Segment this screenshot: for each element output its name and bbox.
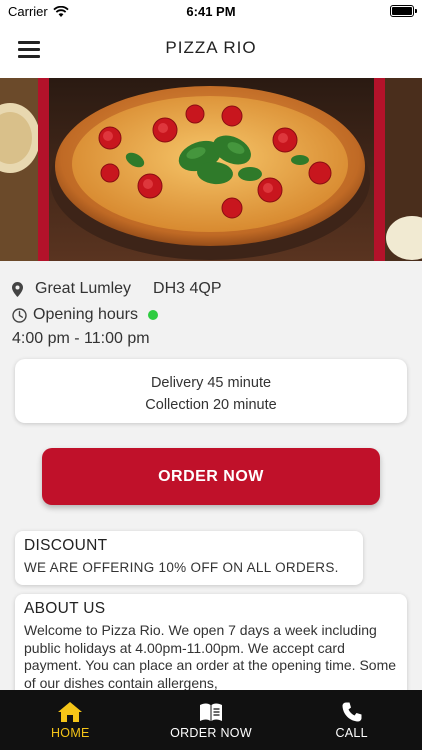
discount-text: WE ARE OFFERING 10% OFF ON ALL ORDERS. — [24, 560, 339, 575]
clock-icon — [12, 307, 27, 323]
delivery-times-card: Delivery 45 minute Collection 20 minute — [15, 359, 407, 423]
tab-order-now-label: ORDER NOW — [170, 726, 252, 740]
tab-home-label: HOME — [50, 726, 90, 740]
status-bar: Carrier 6:41 PM — [0, 0, 422, 24]
tab-call-label: CALL — [335, 726, 368, 740]
restaurant-info: Great Lumley DH3 4QP Opening hours 4:00 … — [12, 280, 412, 348]
open-status-indicator — [147, 310, 158, 320]
battery-icon — [390, 5, 417, 17]
location-pin-icon — [12, 281, 23, 297]
collection-time-text: Collection 20 minute — [145, 397, 277, 413]
opening-hours-label: Opening hours — [33, 306, 138, 323]
discount-title: DISCOUNT — [24, 537, 108, 554]
address-postcode: DH3 4QP — [153, 280, 222, 297]
page-title: PIZZA RIO — [165, 38, 257, 57]
home-icon — [58, 702, 83, 722]
discount-card: DISCOUNT WE ARE OFFERING 10% OFF ON ALL … — [15, 531, 363, 585]
delivery-time-text: Delivery 45 minute — [150, 375, 272, 391]
order-now-button[interactable]: ORDER NOW — [42, 448, 380, 505]
about-us-title: ABOUT US — [24, 600, 106, 617]
opening-hours-time: 4:00 pm - 11:00 pm — [12, 330, 150, 347]
menu-book-icon — [200, 703, 222, 721]
tab-call[interactable]: CALL — [281, 690, 422, 750]
bottom-tab-bar: HOME ORDER NOW CALL — [0, 690, 422, 750]
phone-icon — [342, 702, 362, 722]
about-us-text: Welcome to Pizza Rio. We open 7 days a w… — [24, 622, 397, 691]
order-now-button-label: ORDER NOW — [158, 467, 264, 485]
address-row: Great Lumley DH3 4QP — [12, 280, 412, 298]
status-time: 6:41 PM — [186, 4, 236, 19]
address-town: Great Lumley — [35, 280, 132, 297]
tab-home[interactable]: HOME — [0, 690, 141, 750]
nav-bar: PIZZA RIO — [0, 24, 422, 78]
tab-order-now[interactable]: ORDER NOW — [141, 690, 282, 750]
hero-pizza-image — [0, 78, 422, 261]
opening-hours-row: Opening hours — [12, 306, 412, 324]
